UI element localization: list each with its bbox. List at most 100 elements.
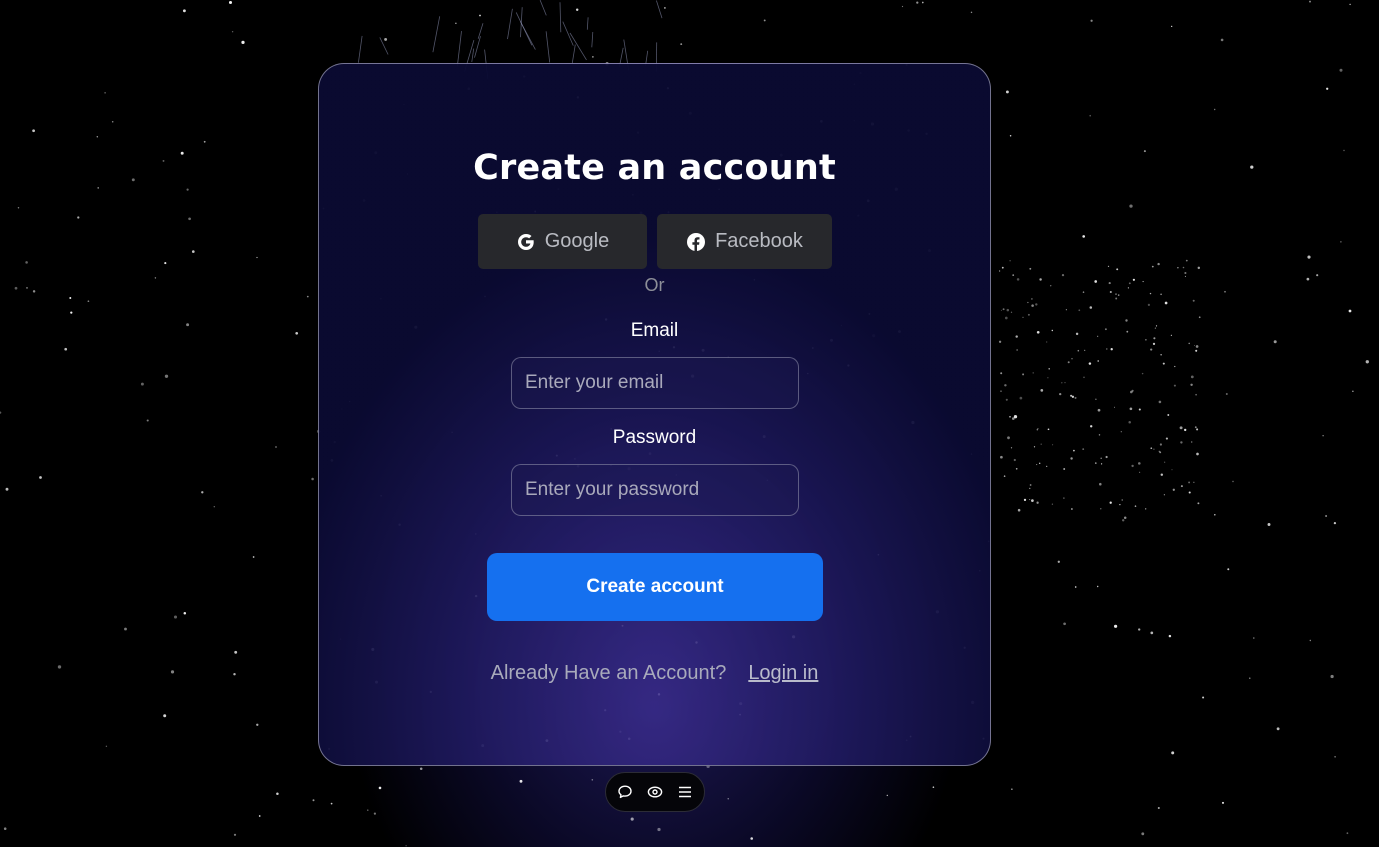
star — [182, 9, 186, 13]
star — [1160, 354, 1162, 356]
star — [1098, 434, 1101, 436]
star — [1094, 280, 1098, 283]
star — [1029, 499, 1031, 501]
password-field[interactable] — [511, 464, 799, 516]
star — [1325, 515, 1328, 517]
chat-bubble-icon[interactable] — [617, 784, 633, 800]
star — [1188, 342, 1190, 345]
star — [1316, 274, 1319, 277]
star — [228, 0, 233, 5]
star — [1074, 586, 1077, 588]
eye-icon[interactable] — [647, 784, 663, 800]
star — [1220, 38, 1224, 42]
star-streak — [515, 12, 533, 46]
facebook-signup-button[interactable]: Facebook — [657, 214, 832, 269]
star — [1064, 381, 1066, 384]
star — [1127, 287, 1130, 289]
star — [1015, 467, 1018, 470]
google-signup-button[interactable]: Google — [478, 214, 647, 269]
star-streak — [507, 8, 513, 40]
star — [1151, 265, 1154, 268]
star — [1088, 362, 1092, 365]
star — [1104, 328, 1107, 331]
star — [1089, 114, 1091, 117]
star — [173, 615, 178, 619]
star — [1193, 344, 1196, 347]
star — [921, 1, 924, 4]
star — [1123, 516, 1127, 520]
star — [1029, 487, 1031, 490]
star — [104, 92, 106, 94]
star — [233, 833, 237, 836]
star — [1150, 447, 1153, 450]
star — [64, 347, 68, 351]
star — [17, 207, 20, 209]
star — [1195, 393, 1197, 396]
star — [1143, 150, 1146, 153]
star — [1003, 475, 1006, 477]
star — [1184, 428, 1187, 432]
star — [1214, 513, 1216, 516]
star — [1061, 382, 1063, 384]
star — [1162, 362, 1165, 365]
star — [1171, 25, 1173, 28]
star — [1164, 461, 1166, 463]
star — [1309, 0, 1311, 3]
star — [1167, 414, 1170, 416]
star — [164, 262, 167, 265]
star — [1017, 508, 1021, 512]
email-field[interactable] — [511, 357, 799, 409]
star-streak — [379, 37, 389, 55]
star — [201, 491, 204, 494]
star — [1115, 297, 1118, 300]
page-background: Create an account Google Facebook Or Ema… — [0, 0, 1379, 847]
star-streak — [571, 44, 576, 63]
star — [901, 5, 904, 8]
star — [1142, 281, 1144, 283]
star — [1004, 384, 1007, 387]
star — [0, 411, 2, 414]
star — [1145, 508, 1147, 510]
star — [1129, 407, 1133, 411]
star-streak — [539, 0, 547, 16]
star — [1010, 447, 1013, 449]
star — [234, 650, 238, 654]
facebook-button-label: Facebook — [715, 230, 803, 252]
star — [5, 487, 9, 491]
star — [630, 817, 634, 821]
star — [1152, 342, 1156, 346]
star — [1150, 631, 1154, 635]
star — [1051, 503, 1054, 505]
star — [1116, 268, 1119, 271]
star — [258, 815, 261, 817]
create-account-button[interactable]: Create account — [487, 553, 823, 621]
star — [1334, 755, 1336, 758]
star — [1031, 298, 1033, 300]
star — [1070, 457, 1073, 460]
login-link[interactable]: Login in — [748, 662, 818, 684]
star — [1153, 448, 1155, 451]
star — [1001, 266, 1004, 269]
star — [1232, 480, 1234, 483]
star — [1099, 482, 1102, 486]
star — [575, 8, 579, 12]
star — [162, 159, 165, 162]
star — [1126, 330, 1129, 333]
star — [1333, 521, 1337, 525]
star-streak — [358, 35, 363, 63]
star — [1139, 471, 1141, 473]
star — [1202, 696, 1205, 699]
star — [1016, 278, 1020, 281]
star — [1082, 448, 1085, 450]
menu-icon[interactable] — [677, 784, 693, 800]
star — [405, 845, 407, 847]
social-login-row: Google Facebook — [478, 214, 832, 269]
star — [1138, 628, 1141, 631]
star — [1090, 425, 1093, 428]
star — [1177, 266, 1179, 269]
star-streak — [562, 21, 574, 46]
star — [1057, 560, 1060, 563]
star — [1035, 303, 1038, 306]
star — [241, 40, 245, 45]
star — [1115, 293, 1117, 295]
